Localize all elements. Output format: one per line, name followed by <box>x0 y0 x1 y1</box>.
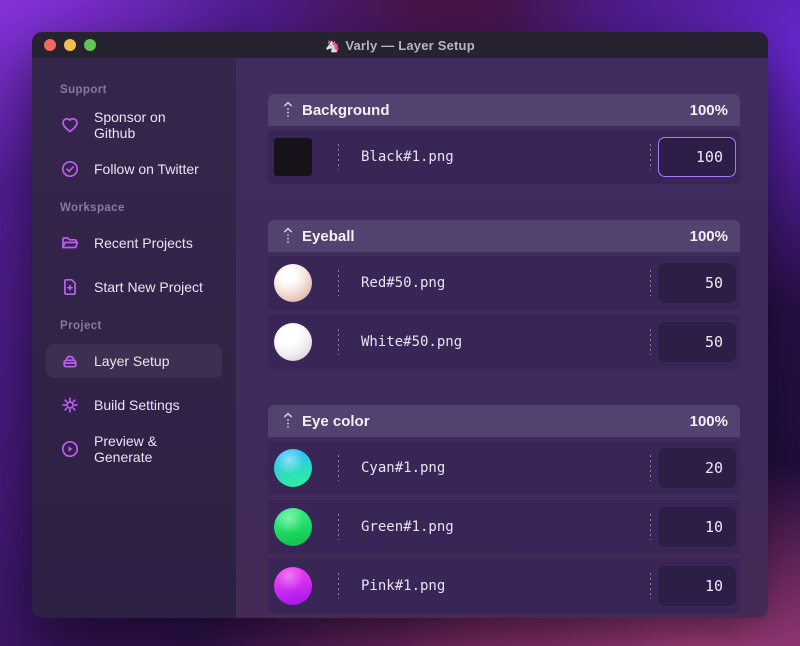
layer-filename: Pink#1.png <box>361 578 446 594</box>
layer-weight-input[interactable] <box>658 322 736 362</box>
folder-open-icon <box>60 233 80 253</box>
layer-weight-input[interactable] <box>658 507 736 547</box>
layer-row: White#50.png <box>268 315 740 369</box>
group-header: Eyeball 100% <box>268 220 740 252</box>
layer-filename: Black#1.png <box>361 149 454 165</box>
sidebar-item-label: Layer Setup <box>94 353 170 369</box>
layer-row: Cyan#1.png <box>268 441 740 495</box>
layer-group-eyeball: Eyeball 100% Red#50.png White#50.png <box>268 220 740 369</box>
drag-handle-icon[interactable] <box>283 412 293 430</box>
group-title: Eyeball <box>302 227 355 245</box>
sidebar-section-project: Project <box>60 320 102 332</box>
layer-group-background: Background 100% Black#1.png <box>268 94 740 184</box>
layer-row: Red#50.png <box>268 256 740 310</box>
desktop-background: 🦄 Varly — Layer Setup Support Sponsor on … <box>0 0 800 646</box>
sidebar-section-support: Support <box>60 84 107 96</box>
group-title: Background <box>302 101 390 119</box>
divider <box>338 514 339 540</box>
layer-weight-input[interactable] <box>658 263 736 303</box>
sidebar-item-preview-generate[interactable]: Preview & Generate <box>46 432 222 466</box>
divider <box>338 144 339 170</box>
divider <box>338 329 339 355</box>
layer-setup-panel: Background 100% Black#1.png 100 Eyeball … <box>237 58 768 618</box>
sidebar-item-label: Preview & Generate <box>94 433 158 465</box>
divider <box>650 573 651 599</box>
group-header: Eye color 100% <box>268 405 740 437</box>
layer-filename: Cyan#1.png <box>361 460 446 476</box>
sidebar-item-label: Recent Projects <box>94 235 193 251</box>
unicorn-app-icon: 🦄 <box>325 38 341 53</box>
layer-filename: Green#1.png <box>361 519 454 535</box>
layer-weight-input[interactable] <box>658 137 736 177</box>
sidebar-item-recent-projects[interactable]: Recent Projects <box>46 226 222 260</box>
layer-weight-input[interactable] <box>658 566 736 606</box>
layer-weight-input[interactable] <box>658 448 736 488</box>
group-percent: 100% <box>689 101 728 119</box>
sidebar-item-sponsor-on-github[interactable]: Sponsor on Github <box>46 108 222 142</box>
layer-thumbnail <box>274 138 312 176</box>
divider <box>650 144 651 170</box>
divider <box>338 455 339 481</box>
drag-handle-icon[interactable] <box>283 227 293 245</box>
layer-row: Green#1.png <box>268 500 740 554</box>
group-title: Eye color <box>302 412 370 430</box>
layer-thumbnail <box>274 567 312 605</box>
gear-icon <box>60 395 80 415</box>
sidebar: Support Sponsor on Github Follow on Twit… <box>32 58 237 618</box>
sidebar-item-build-settings[interactable]: Build Settings <box>46 388 222 422</box>
divider <box>338 270 339 296</box>
sidebar-item-label: Sponsor on Github <box>94 109 166 141</box>
divider <box>650 329 651 355</box>
layer-row: Black#1.png <box>268 130 740 184</box>
drag-handle-icon[interactable] <box>283 101 293 119</box>
app-window: 🦄 Varly — Layer Setup Support Sponsor on … <box>32 32 768 618</box>
layer-filename: White#50.png <box>361 334 463 350</box>
divider <box>650 270 651 296</box>
divider <box>650 514 651 540</box>
layer-group-eye-color: Eye color 100% Cyan#1.png Green#1.png <box>268 405 740 613</box>
play-circle-icon <box>60 439 80 459</box>
heart-icon <box>60 115 80 135</box>
layer-thumbnail <box>274 323 312 361</box>
group-percent: 100% <box>689 412 728 430</box>
group-percent: 100% <box>689 227 728 245</box>
sidebar-item-layer-setup[interactable]: Layer Setup <box>46 344 222 378</box>
layer-thumbnail <box>274 264 312 302</box>
window-title: 🦄 Varly — Layer Setup <box>325 37 475 53</box>
file-plus-icon <box>60 277 80 297</box>
sidebar-item-label: Start New Project <box>94 279 203 295</box>
layers-icon <box>60 351 80 371</box>
divider <box>650 455 651 481</box>
divider <box>338 573 339 599</box>
layer-thumbnail <box>274 508 312 546</box>
sidebar-item-label: Follow on Twitter <box>94 161 199 177</box>
sidebar-item-start-new-project[interactable]: Start New Project <box>46 270 222 304</box>
titlebar[interactable]: 🦄 Varly — Layer Setup <box>32 32 768 58</box>
sidebar-item-label: Build Settings <box>94 397 180 413</box>
group-header: Background 100% <box>268 94 740 126</box>
layer-filename: Red#50.png <box>361 275 446 291</box>
layer-row: Pink#1.png <box>268 559 740 613</box>
badge-check-icon <box>60 159 80 179</box>
layer-thumbnail <box>274 449 312 487</box>
sidebar-item-follow-on-twitter[interactable]: Follow on Twitter <box>46 152 222 186</box>
sidebar-section-workspace: Workspace <box>60 202 125 214</box>
